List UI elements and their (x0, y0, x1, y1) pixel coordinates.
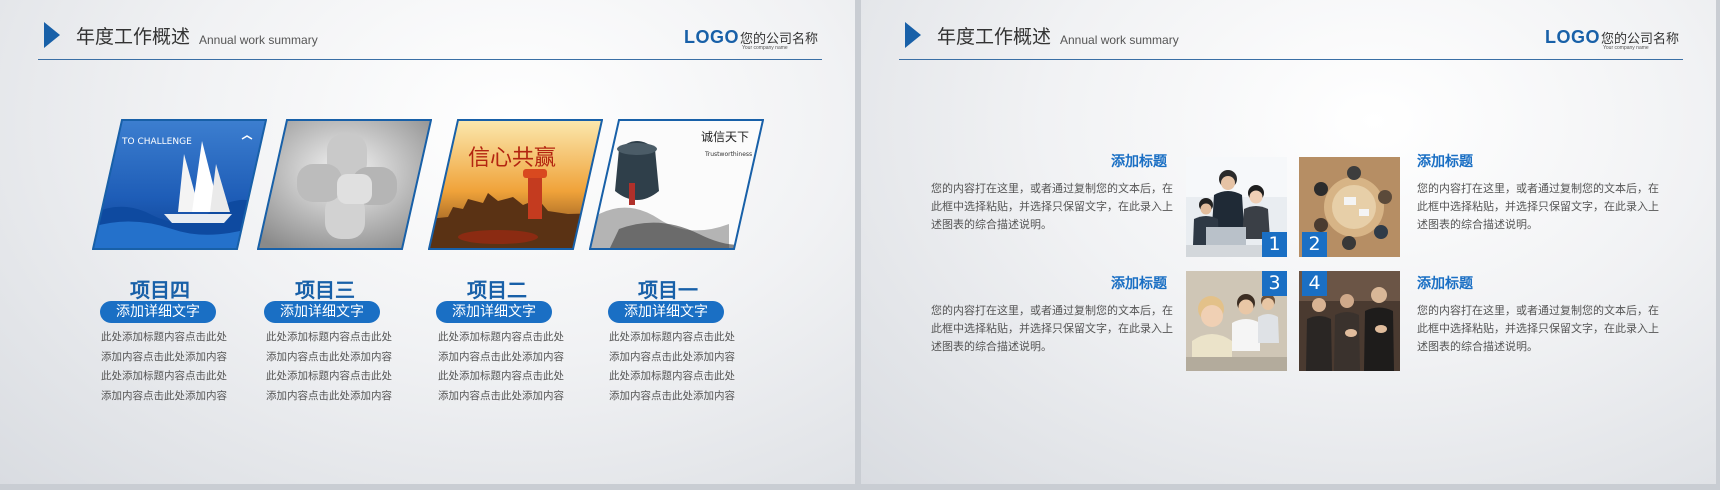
panel-calligraphy: 信心共赢 (468, 146, 556, 171)
number-badge-1: 1 (1262, 232, 1287, 257)
company-name-en: Your company name (1603, 45, 1649, 51)
company-name-en: Your company name (742, 45, 788, 51)
number-badge-2: 2 (1302, 232, 1327, 257)
project-title-3: 项目三 (295, 278, 355, 302)
project-title-4: 项目四 (130, 278, 190, 302)
item-title-3: 添加标题 (1111, 276, 1167, 292)
header-subtitle: Annual work summary (199, 33, 318, 47)
project-title-1: 项目一 (638, 278, 698, 302)
item-body-1: 您的内容打在这里，或者通过复制您的文本后，在此框中选择粘贴，并选择只保留文字，在… (931, 182, 1173, 231)
detail-button-1[interactable]: 添加详细文字 (608, 301, 724, 323)
image-panel-sailing-ship: TO CHALLENGE (92, 119, 267, 250)
detail-button-3[interactable]: 添加详细文字 (264, 301, 380, 323)
header-divider (38, 59, 822, 60)
image-panel-trustworthiness: 诚信天下 Trustworthiness (589, 119, 764, 250)
project-desc-4: 此处添加标题内容点击此处添加内容点击此处添加内容此处添加标题内容点击此处添加内容… (101, 331, 227, 402)
header-subtitle: Annual work summary (1060, 33, 1179, 47)
project-desc-3: 此处添加标题内容点击此处添加内容点击此处添加内容此处添加标题内容点击此处添加内容… (266, 331, 392, 402)
logo: LOGO (684, 27, 739, 47)
project-desc-1: 此处添加标题内容点击此处添加内容点击此处添加内容此处添加标题内容点击此处添加内容… (609, 331, 735, 402)
image-panel-confidence: 信心共赢 (428, 119, 603, 250)
panel-text: TO CHALLENGE (121, 137, 192, 147)
item-body-4: 您的内容打在这里，或者通过复制您的文本后，在此框中选择粘贴，并选择只保留文字，在… (1417, 304, 1659, 353)
image-panel-hands (257, 119, 432, 250)
item-body-3: 您的内容打在这里，或者通过复制您的文本后，在此框中选择粘贴，并选择只保留文字，在… (931, 304, 1173, 353)
slide-left: 年度工作概述 Annual work summary LOGO 您的公司名称 Y… (0, 0, 855, 484)
header-triangle-icon (905, 22, 921, 48)
panel-text-en: Trustworthiness (704, 151, 752, 158)
header-title: 年度工作概述 (937, 26, 1052, 48)
detail-button-4[interactable]: 添加详细文字 (100, 301, 216, 323)
header-divider (899, 59, 1683, 60)
panel-calligraphy: 诚信天下 (701, 130, 749, 144)
number-badge-4: 4 (1302, 271, 1327, 296)
number-badge-3: 3 (1262, 271, 1287, 296)
item-title-2: 添加标题 (1417, 154, 1473, 170)
project-desc-2: 此处添加标题内容点击此处添加内容点击此处添加内容此处添加标题内容点击此处添加内容… (438, 331, 564, 402)
slide-right: 年度工作概述 Annual work summary LOGO 您的公司名称 Y… (861, 0, 1716, 484)
item-title-1: 添加标题 (1111, 154, 1167, 170)
header-title: 年度工作概述 (76, 26, 191, 48)
project-title-2: 项目二 (467, 278, 527, 302)
header-triangle-icon (44, 22, 60, 48)
detail-button-2[interactable]: 添加详细文字 (436, 301, 552, 323)
item-title-4: 添加标题 (1417, 276, 1473, 292)
logo: LOGO (1545, 27, 1600, 47)
item-body-2: 您的内容打在这里，或者通过复制您的文本后，在此框中选择粘贴，并选择只保留文字，在… (1417, 182, 1659, 231)
